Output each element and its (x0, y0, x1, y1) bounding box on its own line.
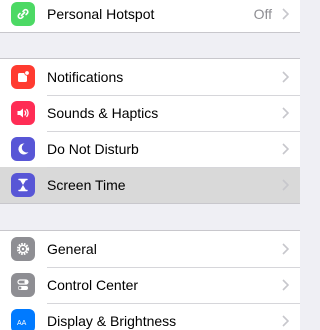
chevron-right-icon (282, 243, 289, 255)
hourglass-icon (11, 173, 35, 197)
notifications-group: Notifications Sounds & Haptics Do Not Di… (0, 58, 300, 204)
general-group: General Control Center AA Display & Brig… (0, 230, 300, 330)
text-size-icon: AA (11, 309, 35, 330)
row-general[interactable]: General (0, 231, 300, 267)
screen-time-label: Screen Time (47, 177, 126, 193)
general-label: General (47, 241, 97, 257)
gear-icon (11, 237, 35, 261)
row-control-center[interactable]: Control Center (0, 267, 300, 303)
chevron-right-icon (282, 143, 289, 155)
row-screen-time[interactable]: Screen Time (0, 167, 300, 203)
chevron-right-icon (282, 8, 289, 20)
moon-icon (11, 137, 35, 161)
row-sounds-haptics[interactable]: Sounds & Haptics (0, 95, 300, 131)
link-icon (11, 2, 35, 26)
display-brightness-label: Display & Brightness (47, 313, 177, 329)
do-not-disturb-label: Do Not Disturb (47, 141, 139, 157)
row-do-not-disturb[interactable]: Do Not Disturb (0, 131, 300, 167)
chevron-right-icon (282, 279, 289, 291)
chevron-right-icon (282, 107, 289, 119)
notifications-icon (11, 65, 35, 89)
connectivity-group: Personal Hotspot Off (0, 0, 300, 33)
text-size-icon-text: AA (17, 320, 27, 327)
row-notifications[interactable]: Notifications (0, 59, 300, 95)
personal-hotspot-value: Off (253, 6, 272, 22)
row-display-brightness[interactable]: AA Display & Brightness (0, 303, 300, 330)
sounds-haptics-label: Sounds & Haptics (47, 105, 159, 121)
chevron-right-icon (282, 315, 289, 327)
toggles-icon (11, 273, 35, 297)
chevron-right-icon (282, 71, 289, 83)
notifications-label: Notifications (47, 69, 124, 85)
settings-screen: Personal Hotspot Off Notifications Sound… (0, 0, 300, 330)
control-center-label: Control Center (47, 277, 139, 293)
speaker-icon (11, 101, 35, 125)
row-personal-hotspot[interactable]: Personal Hotspot Off (0, 0, 300, 32)
chevron-right-icon (282, 179, 289, 191)
personal-hotspot-label: Personal Hotspot (47, 6, 155, 22)
